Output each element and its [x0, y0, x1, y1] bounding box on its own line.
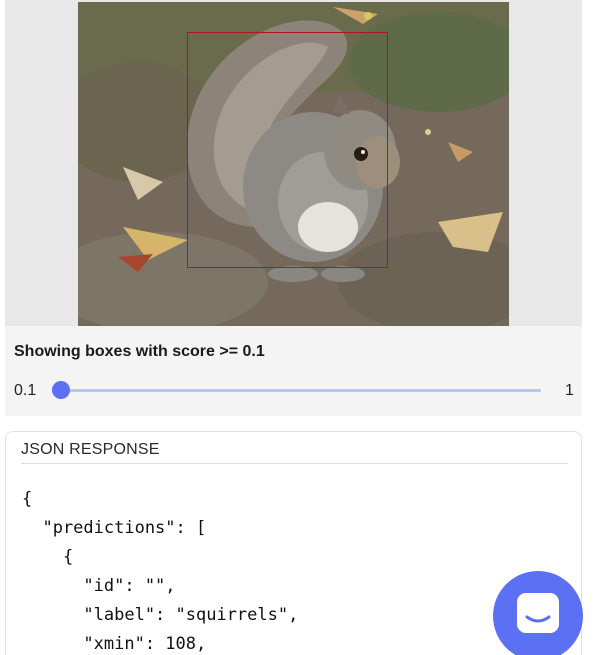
json-header-divider: [21, 463, 568, 464]
bounding-box-squirrels: [187, 32, 388, 268]
chat-launcher-button[interactable]: [493, 571, 583, 655]
score-slider-track[interactable]: [59, 389, 541, 392]
json-code-block: { "predictions": [ { "id": "", "label": …: [22, 485, 298, 655]
detection-image-panel: [5, 0, 582, 326]
slider-max-label: 1: [565, 382, 574, 399]
score-slider-thumb[interactable]: [52, 381, 70, 399]
json-line: {: [22, 489, 33, 509]
json-line: "id": "",: [22, 576, 176, 596]
score-filter-panel: Showing boxes with score >= 0.1 0.1 1: [5, 326, 582, 416]
json-response-header: JSON RESPONSE: [21, 441, 160, 458]
score-filter-title: Showing boxes with score >= 0.1: [14, 343, 265, 360]
json-line: "predictions": [: [22, 518, 207, 538]
json-line: "xmin": 108,: [22, 634, 207, 654]
chat-bubble-icon: [517, 593, 559, 633]
json-line: "label": "squirrels",: [22, 605, 299, 625]
app-root: Showing boxes with score >= 0.1 0.1 1 JS…: [0, 0, 607, 655]
json-line: {: [22, 547, 74, 567]
squirrel-photo: [78, 2, 509, 326]
slider-min-label: 0.1: [14, 382, 37, 399]
